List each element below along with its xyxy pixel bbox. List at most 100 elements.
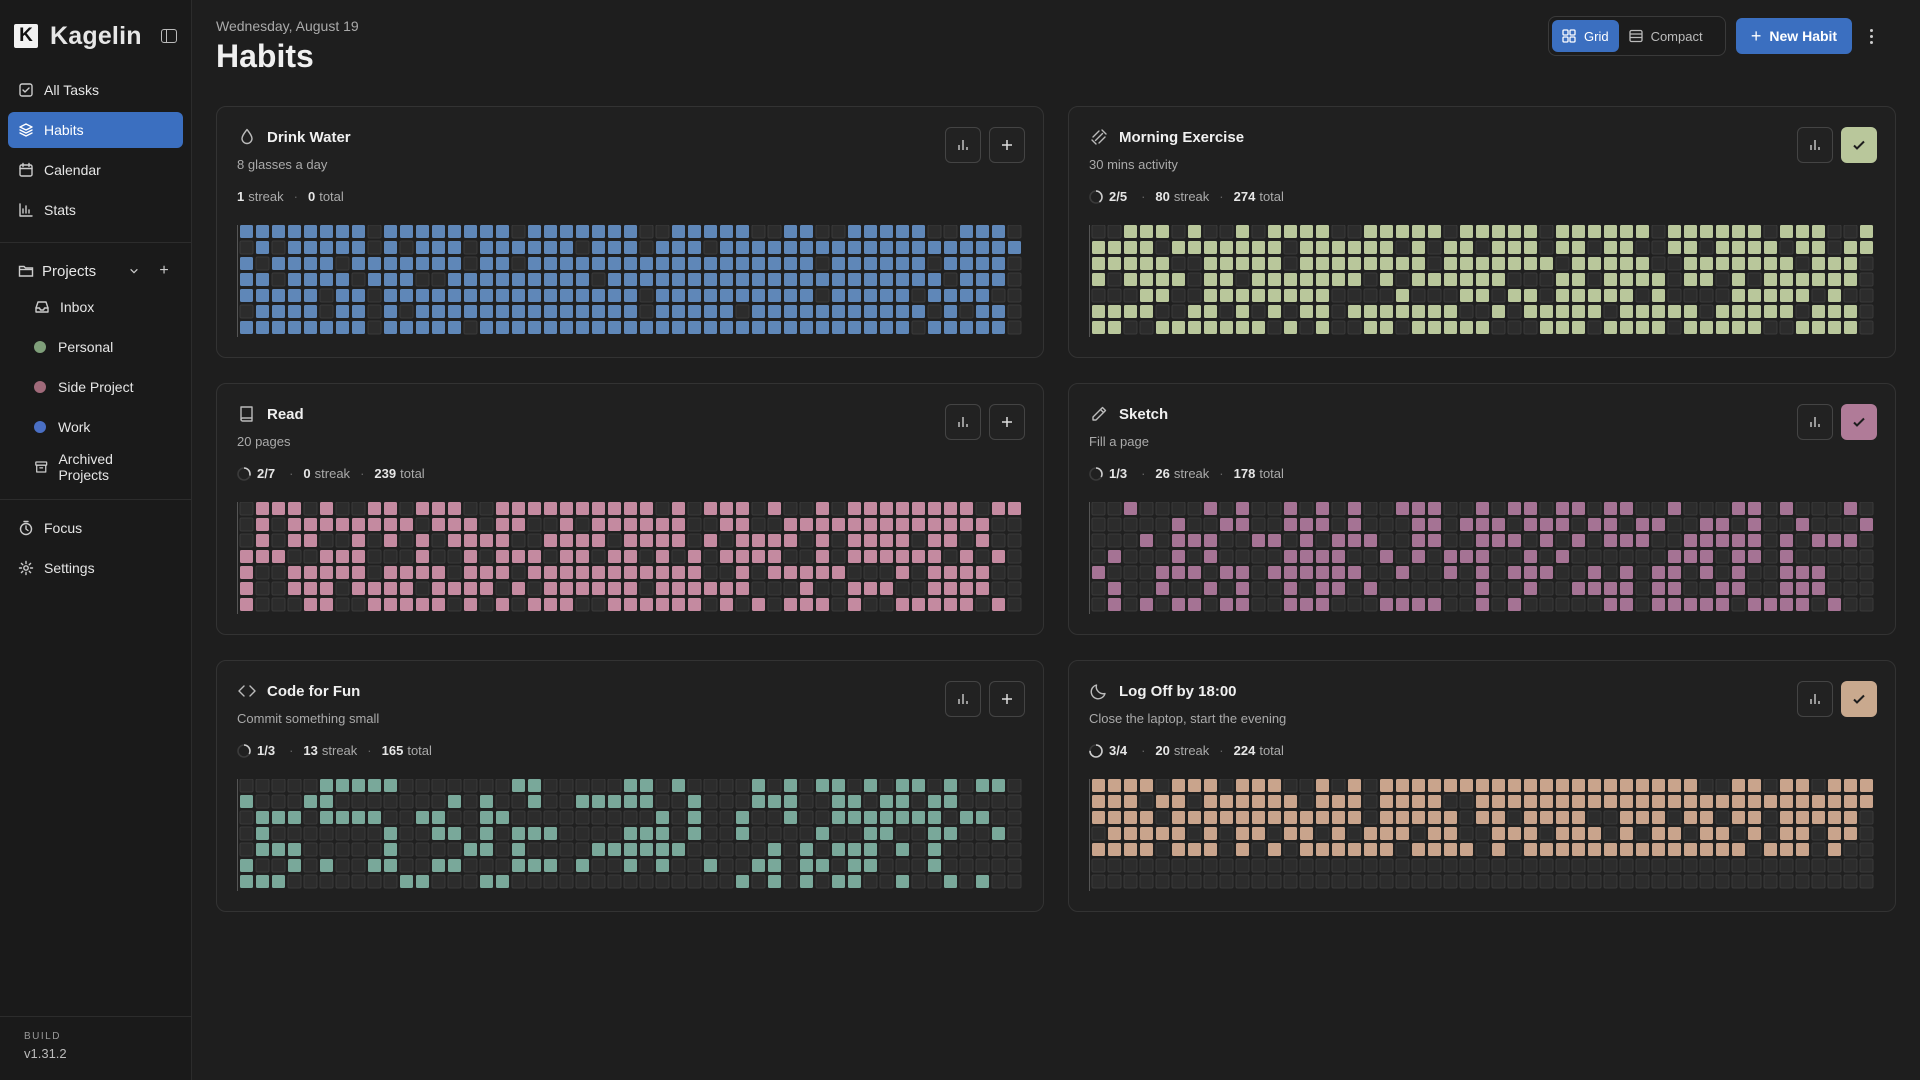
- heatmap-cell[interactable]: [1524, 257, 1537, 270]
- heatmap-cell[interactable]: [1332, 811, 1345, 824]
- heatmap-cell[interactable]: [1843, 549, 1858, 564]
- heatmap-cell[interactable]: [1796, 598, 1809, 611]
- heatmap-cell[interactable]: [1251, 502, 1266, 516]
- heatmap-cell[interactable]: [1300, 598, 1313, 611]
- heatmap-cell[interactable]: [640, 502, 653, 515]
- heatmap-cell[interactable]: [848, 305, 861, 318]
- heatmap-cell[interactable]: [1204, 241, 1217, 254]
- heatmap-cell[interactable]: [1444, 827, 1457, 840]
- heatmap-cell[interactable]: [415, 826, 430, 841]
- heatmap-cell[interactable]: [464, 273, 477, 286]
- heatmap-cell[interactable]: [1396, 795, 1409, 808]
- heatmap-cell[interactable]: [1316, 502, 1329, 515]
- heatmap-cell[interactable]: [1428, 811, 1441, 824]
- heatmap-cell[interactable]: [864, 811, 877, 824]
- heatmap-cell[interactable]: [607, 533, 622, 548]
- heatmap-cell[interactable]: [752, 859, 765, 872]
- heatmap-cell[interactable]: [576, 566, 589, 579]
- heatmap-cell[interactable]: [1268, 566, 1281, 579]
- heatmap-cell[interactable]: [512, 321, 525, 334]
- heatmap-cell[interactable]: [415, 842, 430, 857]
- heatmap-cell[interactable]: [1188, 598, 1201, 611]
- heatmap-cell[interactable]: [736, 811, 749, 824]
- habit-stats-button[interactable]: [945, 681, 981, 717]
- heatmap-cell[interactable]: [1007, 581, 1022, 596]
- heatmap-cell[interactable]: [960, 518, 973, 531]
- heatmap-cell[interactable]: [624, 502, 637, 515]
- heatmap-cell[interactable]: [1123, 581, 1138, 596]
- heatmap-cell[interactable]: [288, 566, 301, 579]
- heatmap-cell[interactable]: [512, 859, 525, 872]
- heatmap-cell[interactable]: [1700, 827, 1713, 840]
- heatmap-cell[interactable]: [1476, 534, 1489, 547]
- heatmap-cell[interactable]: [815, 581, 830, 596]
- heatmap-cell[interactable]: [288, 257, 301, 270]
- heatmap-cell[interactable]: [1763, 225, 1778, 239]
- heatmap-cell[interactable]: [640, 321, 653, 334]
- heatmap-cell[interactable]: [576, 273, 589, 286]
- heatmap-cell[interactable]: [1428, 305, 1441, 318]
- heatmap-cell[interactable]: [447, 874, 462, 889]
- heatmap-cell[interactable]: [336, 241, 349, 254]
- heatmap-cell[interactable]: [1572, 321, 1585, 334]
- heatmap-cell[interactable]: [1363, 779, 1378, 793]
- heatmap-cell[interactable]: [303, 874, 318, 889]
- heatmap-cell[interactable]: [1124, 225, 1137, 238]
- heatmap-cell[interactable]: [575, 874, 590, 889]
- heatmap-cell[interactable]: [304, 273, 317, 286]
- heatmap-cell[interactable]: [320, 566, 333, 579]
- heatmap-cell[interactable]: [1796, 843, 1809, 856]
- heatmap-cell[interactable]: [1604, 518, 1617, 531]
- heatmap-cell[interactable]: [1588, 843, 1601, 856]
- heatmap-cell[interactable]: [671, 858, 686, 873]
- heatmap-cell[interactable]: [800, 875, 813, 888]
- heatmap-cell[interactable]: [1796, 582, 1809, 595]
- heatmap-cell[interactable]: [304, 289, 317, 302]
- heatmap-cell[interactable]: [735, 304, 750, 319]
- heatmap-cell[interactable]: [1652, 582, 1665, 595]
- heatmap-cell[interactable]: [576, 859, 589, 872]
- heatmap-cell[interactable]: [1780, 566, 1793, 579]
- heatmap-cell[interactable]: [1444, 566, 1457, 579]
- heatmap-cell[interactable]: [975, 502, 990, 516]
- heatmap-cell[interactable]: [1267, 826, 1282, 841]
- heatmap-cell[interactable]: [1220, 811, 1233, 824]
- heatmap-cell[interactable]: [736, 875, 749, 888]
- heatmap-cell[interactable]: [640, 795, 653, 808]
- heatmap-cell[interactable]: [736, 289, 749, 302]
- heatmap-cell[interactable]: [687, 779, 702, 793]
- heatmap-cell[interactable]: [768, 305, 781, 318]
- heatmap-cell[interactable]: [255, 581, 270, 596]
- heatmap-cell[interactable]: [1172, 598, 1185, 611]
- heatmap-cell[interactable]: [1812, 795, 1825, 808]
- heatmap-cell[interactable]: [1252, 257, 1265, 270]
- heatmap-cell[interactable]: [1684, 550, 1697, 563]
- heatmap-cell[interactable]: [240, 257, 253, 270]
- heatmap-cell[interactable]: [1364, 827, 1377, 840]
- heatmap-cell[interactable]: [1204, 795, 1217, 808]
- heatmap-cell[interactable]: [1604, 843, 1617, 856]
- heatmap-cell[interactable]: [1828, 811, 1841, 824]
- heatmap-cell[interactable]: [832, 875, 845, 888]
- heatmap-cell[interactable]: [1635, 288, 1650, 303]
- heatmap-cell[interactable]: [624, 859, 637, 872]
- heatmap-cell[interactable]: [415, 794, 430, 809]
- heatmap-cell[interactable]: [1332, 241, 1345, 254]
- heatmap-cell[interactable]: [544, 598, 557, 611]
- heatmap-cell[interactable]: [336, 518, 349, 531]
- heatmap-cell[interactable]: [1139, 565, 1154, 580]
- heatmap-cell[interactable]: [1859, 597, 1874, 612]
- heatmap-cell[interactable]: [1315, 874, 1330, 889]
- heatmap-cell[interactable]: [1235, 874, 1250, 889]
- heatmap-cell[interactable]: [896, 811, 909, 824]
- heatmap-cell[interactable]: [1732, 305, 1745, 318]
- heatmap-cell[interactable]: [559, 779, 574, 793]
- heatmap-cell[interactable]: [575, 826, 590, 841]
- heatmap-cell[interactable]: [320, 779, 333, 792]
- heatmap-cell[interactable]: [1108, 582, 1121, 595]
- heatmap-cell[interactable]: [655, 502, 670, 516]
- heatmap-cell[interactable]: [1443, 597, 1458, 612]
- heatmap-cell[interactable]: [511, 597, 526, 612]
- heatmap-cell[interactable]: [656, 241, 669, 254]
- heatmap-cell[interactable]: [1555, 858, 1570, 873]
